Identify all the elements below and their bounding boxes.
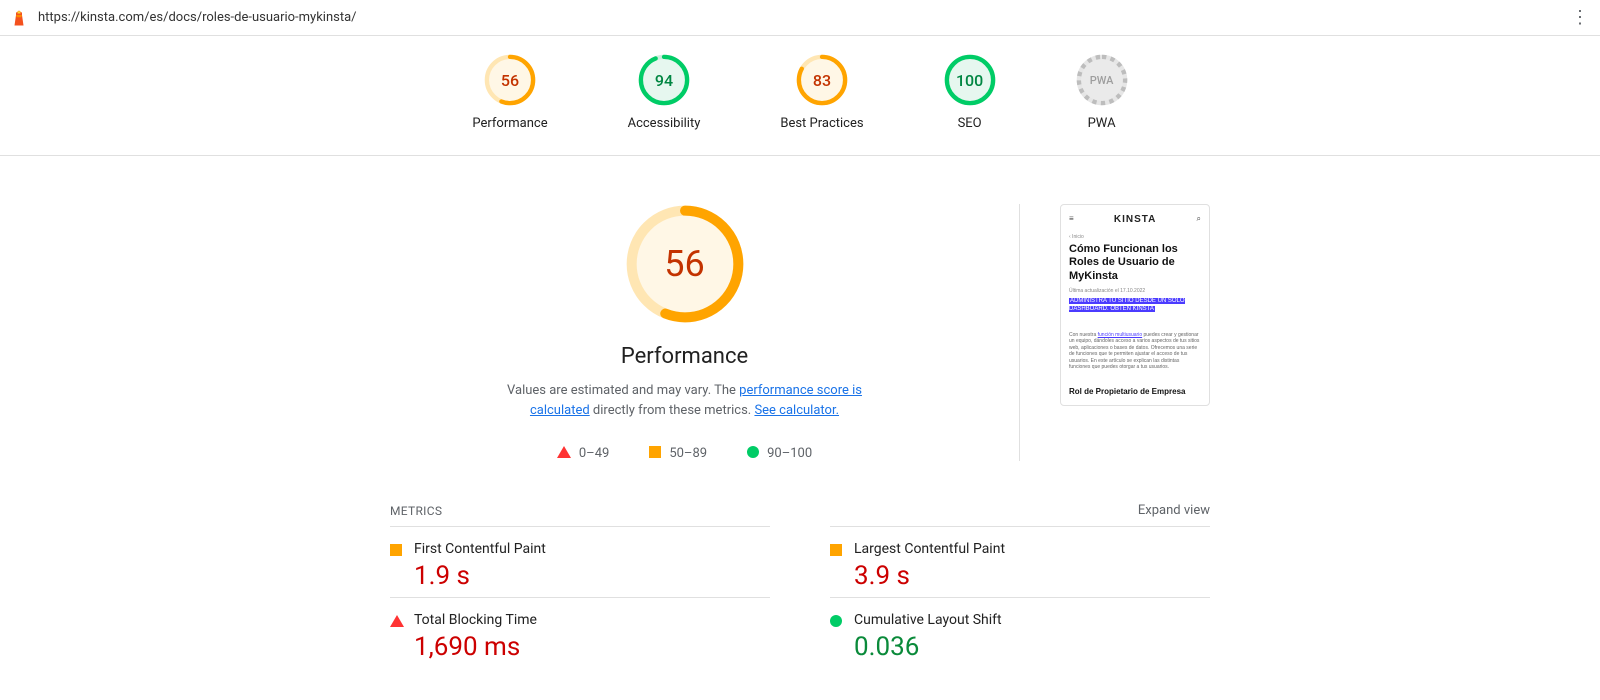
gauge-seo[interactable]: 100 SEO — [944, 54, 996, 131]
thumb-breadcrumb: ‹ Inicio — [1069, 234, 1201, 241]
expand-view-toggle[interactable]: Expand view — [1138, 503, 1210, 518]
gauge-label: Performance — [472, 116, 547, 131]
metrics-grid: First Contentful Paint 1.9 s Largest Con… — [390, 526, 1210, 668]
gauge-score: 100 — [944, 54, 996, 106]
legend-pass: 90–100 — [747, 446, 812, 461]
metric-marker-icon — [830, 544, 842, 556]
legend-average: 50–89 — [649, 446, 707, 461]
metric-name: Total Blocking Time — [414, 612, 770, 628]
report-main: 56 Performance Values are estimated and … — [390, 156, 1210, 668]
metric-name: First Contentful Paint — [414, 541, 770, 557]
gauge-label: Best Practices — [780, 116, 863, 131]
hamburger-icon: ≡ — [1069, 214, 1074, 224]
legend-fail: 0–49 — [557, 446, 609, 461]
lighthouse-logo-icon — [10, 9, 28, 27]
performance-hero: 56 Performance Values are estimated and … — [390, 204, 1020, 461]
performance-title: Performance — [621, 344, 748, 369]
thumb-highlight: ADMINISTRA TU SITIO DESDE UN SOLO DASHBO… — [1069, 298, 1185, 312]
search-icon: ⌕ — [1197, 214, 1201, 224]
performance-gauge-large: 56 — [625, 204, 745, 324]
square-icon — [649, 446, 661, 458]
page-screenshot-thumbnail: ≡ KINSTA ⌕ ‹ Inicio Cómo Funcionan los R… — [1060, 204, 1210, 406]
metric-value: 0.036 — [854, 632, 1210, 662]
gauge-pwa[interactable]: PWA PWA — [1076, 54, 1128, 131]
kebab-menu-icon[interactable]: ⋮ — [1570, 9, 1590, 27]
gauge-label: Accessibility — [628, 116, 701, 131]
thumb-title: Cómo Funcionan los Roles de Usuario de M… — [1069, 243, 1201, 284]
gauge-best-practices[interactable]: 83 Best Practices — [780, 54, 863, 131]
thumb-date: Última actualización el 17.10.2022 — [1069, 288, 1201, 295]
performance-description: Values are estimated and may vary. The p… — [505, 381, 865, 420]
metric-value: 1,690 ms — [414, 632, 770, 662]
gauge-label: PWA — [1088, 116, 1116, 131]
metric-name: Largest Contentful Paint — [854, 541, 1210, 557]
see-calculator-link[interactable]: See calculator. — [754, 403, 839, 418]
gauge-score: PWA — [1076, 54, 1128, 106]
metric-first-contentful-paint: First Contentful Paint 1.9 s — [390, 526, 770, 597]
gauge-label: SEO — [958, 116, 982, 131]
audited-url[interactable]: https://kinsta.com/es/docs/roles-de-usua… — [38, 10, 1560, 25]
gauge-score: 56 — [484, 54, 536, 106]
metric-marker-icon — [830, 615, 842, 627]
metric-cumulative-layout-shift: Cumulative Layout Shift 0.036 — [830, 597, 1210, 668]
thumb-brand: KINSTA — [1114, 213, 1156, 226]
gauge-score: 94 — [638, 54, 690, 106]
score-legend: 0–49 50–89 90–100 — [557, 446, 812, 461]
metric-value: 3.9 s — [854, 561, 1210, 591]
circle-icon — [747, 446, 759, 458]
gauge-score: 83 — [796, 54, 848, 106]
performance-score: 56 — [625, 204, 745, 324]
metric-total-blocking-time: Total Blocking Time 1,690 ms — [390, 597, 770, 668]
metric-name: Cumulative Layout Shift — [854, 612, 1210, 628]
category-gauges: 56 Performance 94 Accessibility — [0, 36, 1600, 156]
gauge-performance[interactable]: 56 Performance — [472, 54, 547, 131]
gauge-accessibility[interactable]: 94 Accessibility — [628, 54, 701, 131]
metric-marker-icon — [390, 615, 404, 627]
thumb-body: Con nuestra función multiusuario puedes … — [1069, 332, 1201, 371]
topbar: https://kinsta.com/es/docs/roles-de-usua… — [0, 0, 1600, 36]
metrics-heading: METRICS — [390, 504, 442, 518]
thumb-h2: Rol de Propietario de Empresa — [1069, 387, 1201, 397]
metric-largest-contentful-paint: Largest Contentful Paint 3.9 s — [830, 526, 1210, 597]
metric-marker-icon — [390, 544, 402, 556]
triangle-icon — [557, 446, 571, 458]
metric-value: 1.9 s — [414, 561, 770, 591]
